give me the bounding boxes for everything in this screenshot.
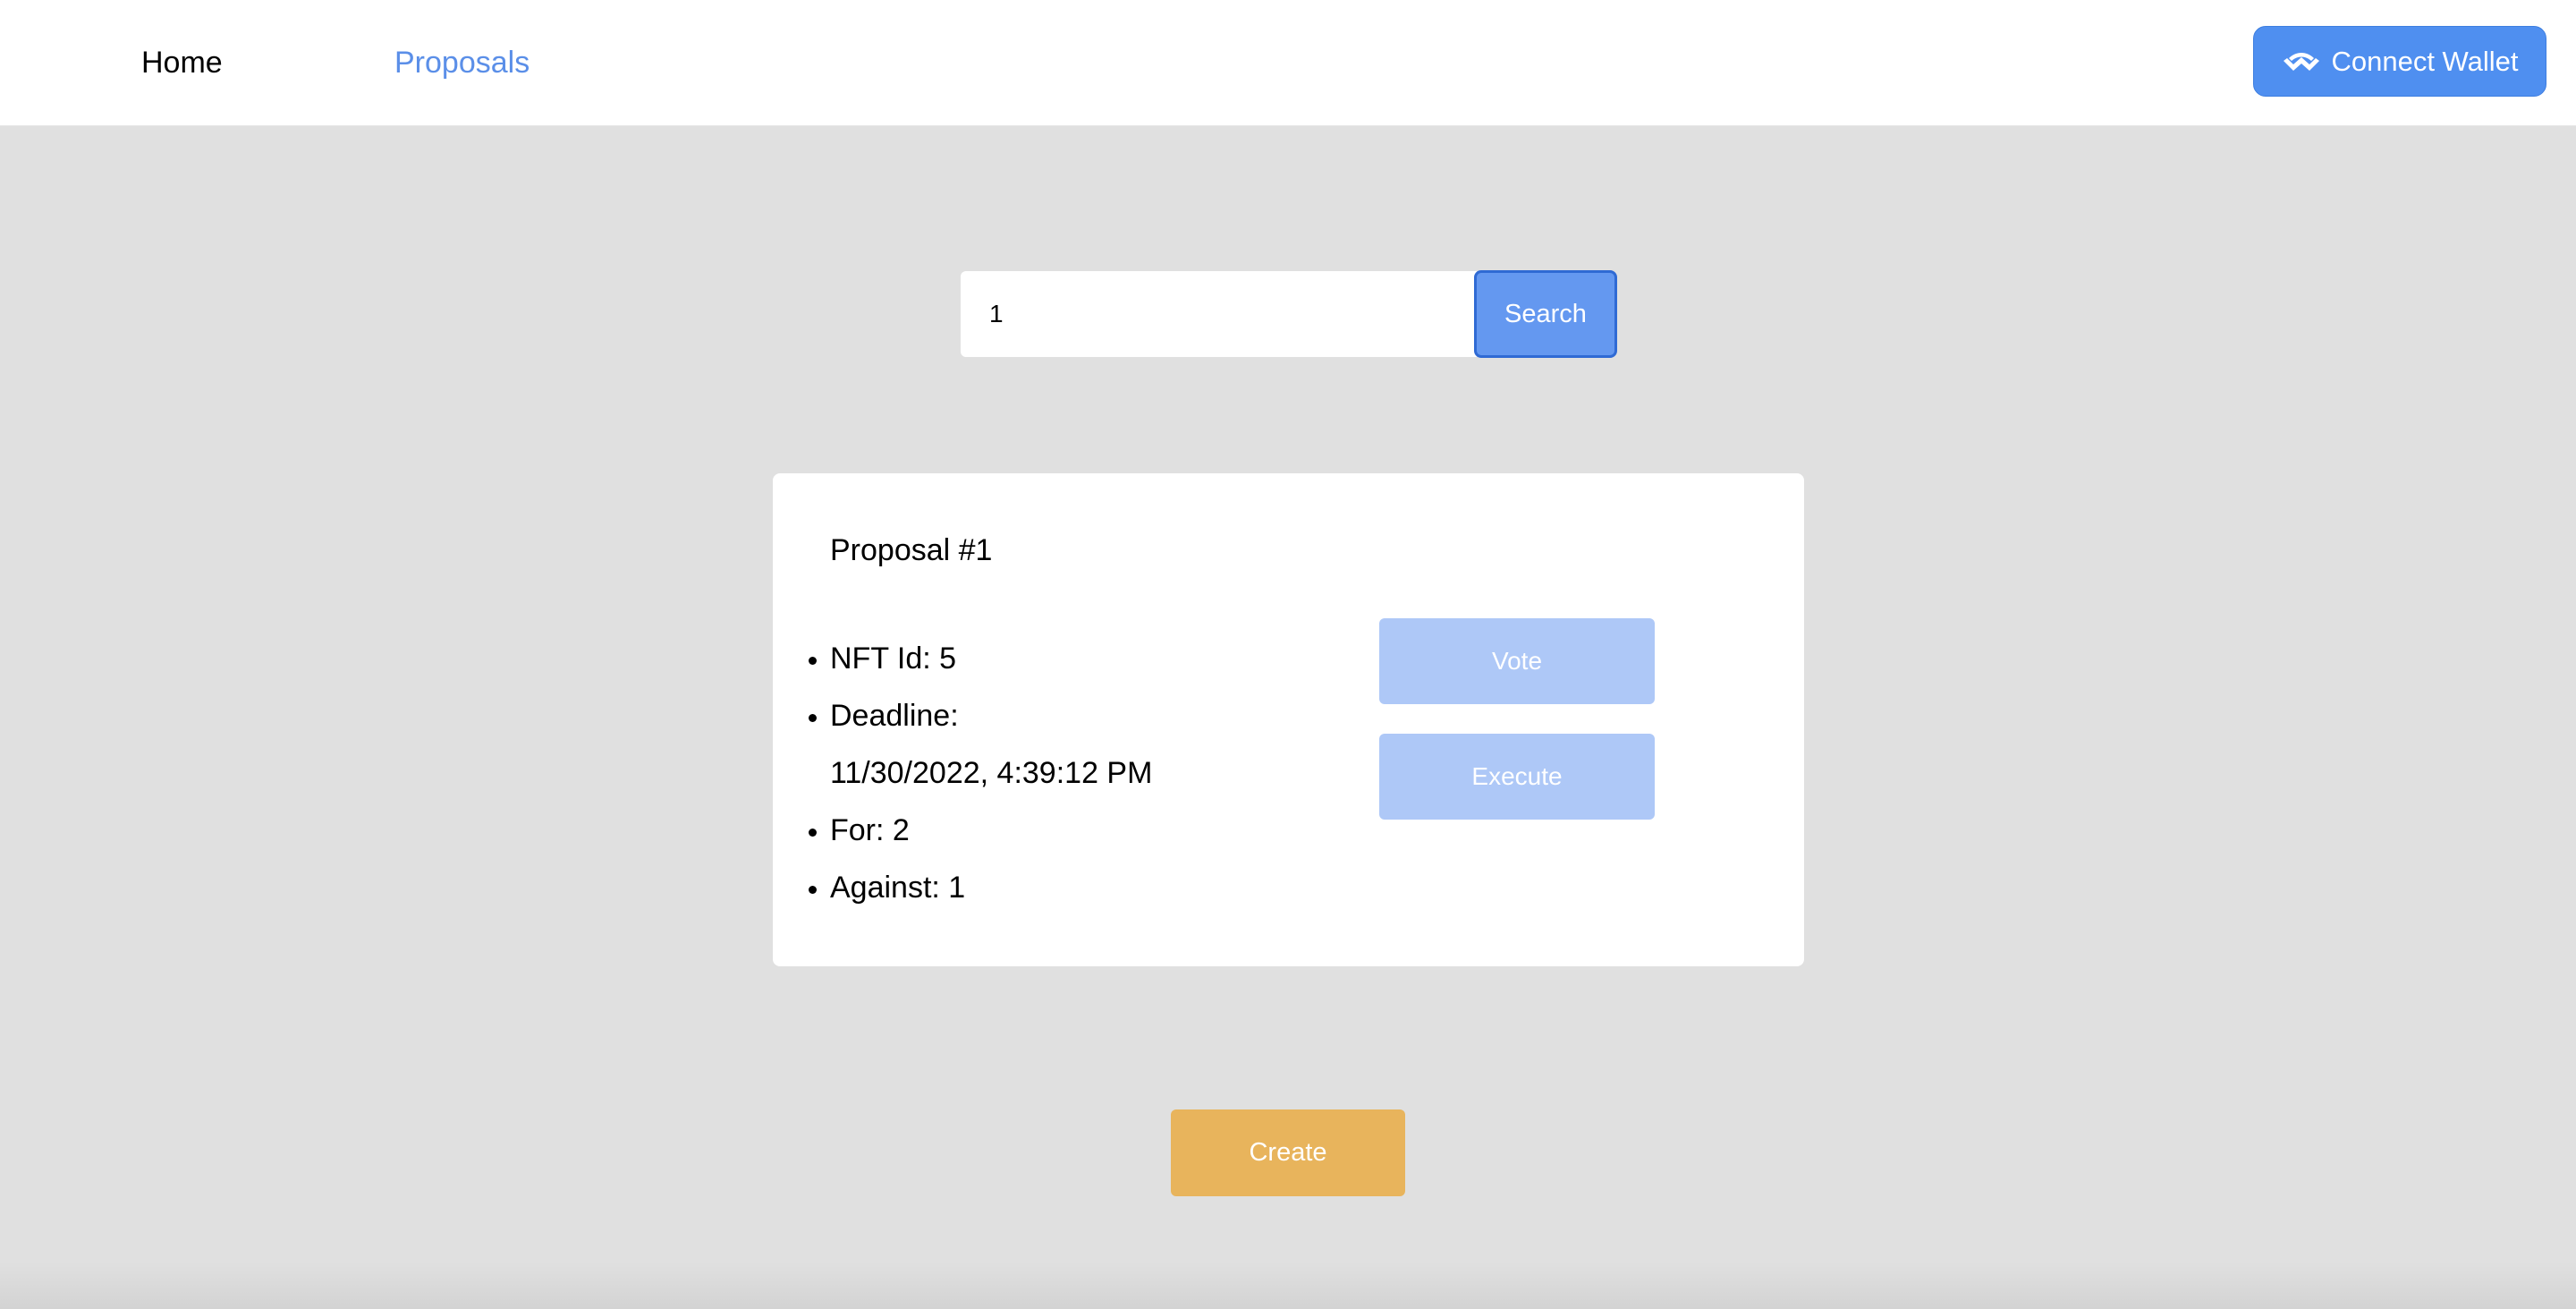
proposal-title: Proposal #1 — [830, 533, 993, 567]
search-button[interactable]: Search — [1474, 270, 1617, 358]
proposal-search-input[interactable] — [961, 271, 1477, 357]
against-votes-item: Against: 1 — [830, 859, 1295, 916]
vote-button[interactable]: Vote — [1379, 618, 1655, 704]
nav-proposals-link[interactable]: Proposals — [394, 41, 530, 84]
proposal-card: Proposal #1 NFT Id: 5 Deadline: 11/30/20… — [773, 473, 1804, 966]
create-proposal-button[interactable]: Create — [1171, 1109, 1405, 1196]
nft-id-item: NFT Id: 5 — [830, 630, 1295, 687]
proposal-details-list: NFT Id: 5 Deadline: 11/30/2022, 4:39:12 … — [830, 630, 1295, 916]
navbar: Home Proposals Connect Wallet — [0, 0, 2576, 126]
execute-button[interactable]: Execute — [1379, 734, 1655, 820]
deadline-label: Deadline: — [830, 699, 959, 733]
deadline-item: Deadline: 11/30/2022, 4:39:12 PM — [830, 687, 1295, 802]
bottom-shadow — [0, 1262, 2576, 1309]
walletconnect-icon — [2284, 52, 2320, 71]
deadline-value: 11/30/2022, 4:39:12 PM — [830, 756, 1153, 790]
for-votes-item: For: 2 — [830, 802, 1295, 859]
connect-wallet-button[interactable]: Connect Wallet — [2253, 26, 2546, 97]
nav-home-link[interactable]: Home — [141, 41, 223, 84]
connect-wallet-label: Connect Wallet — [2331, 45, 2519, 77]
